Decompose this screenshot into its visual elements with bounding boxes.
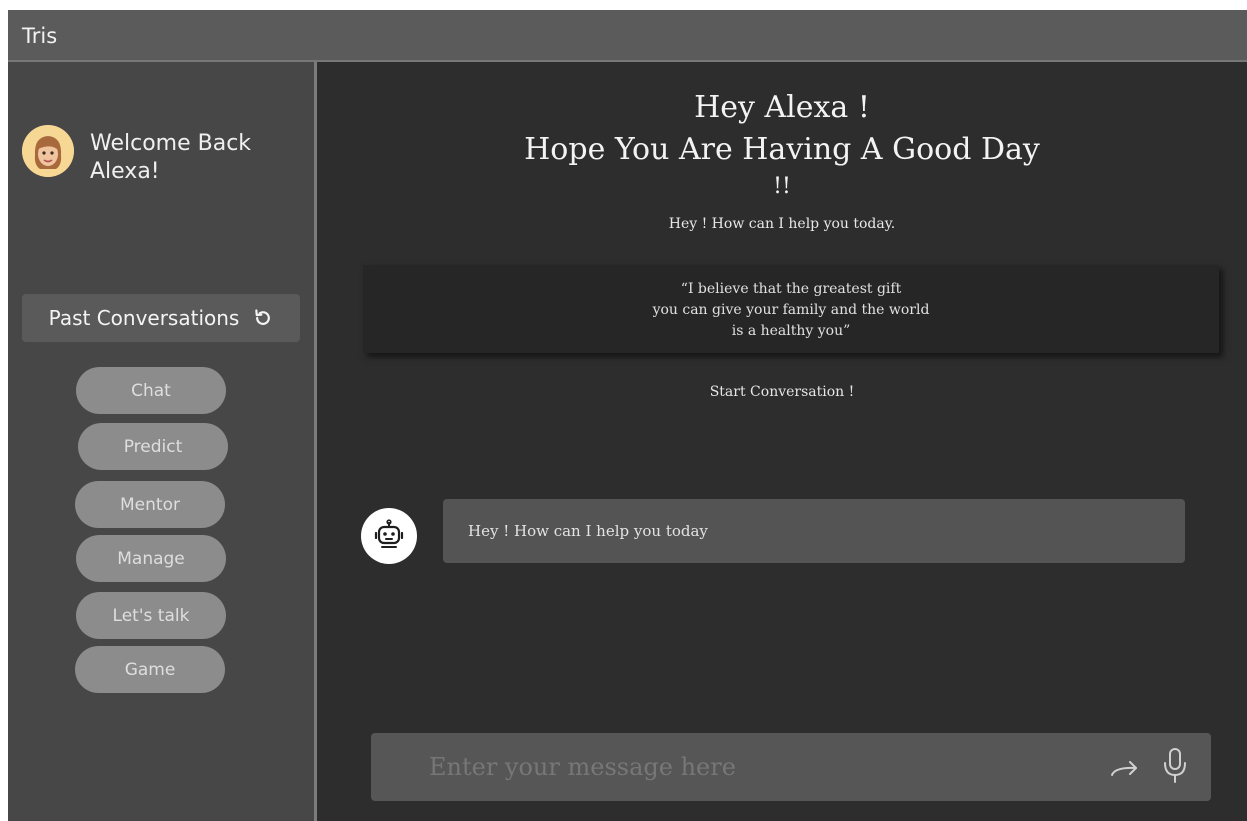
title-bar: Tris — [8, 10, 1247, 62]
quote-line-2: you can give your family and the world — [652, 302, 930, 318]
nav-mentor-button[interactable]: Mentor — [75, 481, 225, 528]
app-title: Tris — [22, 24, 58, 48]
nav-mentor-label: Mentor — [120, 494, 180, 515]
greeting-title: Hey Alexa ! — [694, 90, 870, 125]
nav-predict-button[interactable]: Predict — [78, 423, 228, 470]
greeting-message: Hope You Are Having A Good Day — [524, 132, 1040, 167]
welcome-user-name: Alexa! — [90, 159, 160, 184]
message-input-bar — [371, 733, 1211, 801]
refresh-icon — [255, 309, 271, 325]
nav-game-button[interactable]: Game — [75, 646, 225, 693]
nav-predict-label: Predict — [123, 436, 183, 457]
quote-line-3: is a healthy you” — [731, 323, 851, 339]
message-input[interactable] — [427, 743, 1071, 791]
bot-avatar — [361, 508, 417, 564]
start-conversation-label[interactable]: Start Conversation ! — [317, 384, 1247, 400]
send-arrow-icon[interactable] — [1109, 753, 1141, 783]
help-subtitle: Hey ! How can I help you today. — [668, 216, 896, 232]
nav-lets-talk-button[interactable]: Let's talk — [76, 592, 226, 639]
sidebar: Welcome Back Alexa! Past Conversations C… — [8, 62, 317, 821]
robot-icon — [374, 519, 404, 548]
chat-main-panel: Hey Alexa ! Hope You Are Having A Good D… — [317, 62, 1247, 821]
nav-lets-talk-label: Let's talk — [112, 605, 190, 626]
welcome-message: Welcome Back Alexa! — [90, 130, 251, 186]
past-conversations-label: Past Conversations — [48, 306, 240, 330]
quote-card: “I believe that the greatest gift you ca… — [363, 265, 1219, 353]
microphone-icon[interactable] — [1161, 747, 1189, 785]
nav-manage-button[interactable]: Manage — [76, 535, 226, 582]
bot-message-bubble: Hey ! How can I help you today — [443, 499, 1185, 563]
welcome-line-1: Welcome Back — [90, 131, 252, 156]
nav-manage-label: Manage — [117, 548, 185, 569]
app-window: Tris Welcome Back Alexa! Past Conversati… — [8, 10, 1247, 821]
greeting-exclamation: !! — [773, 174, 791, 199]
bot-message-text: Hey ! How can I help you today — [468, 522, 708, 540]
quote-line-1: “I believe that the greatest gift — [680, 281, 902, 297]
nav-chat-label: Chat — [131, 380, 171, 401]
nav-chat-button[interactable]: Chat — [76, 367, 226, 414]
nav-game-label: Game — [124, 659, 176, 680]
user-avatar — [22, 125, 74, 177]
past-conversations-button[interactable]: Past Conversations — [22, 294, 300, 342]
